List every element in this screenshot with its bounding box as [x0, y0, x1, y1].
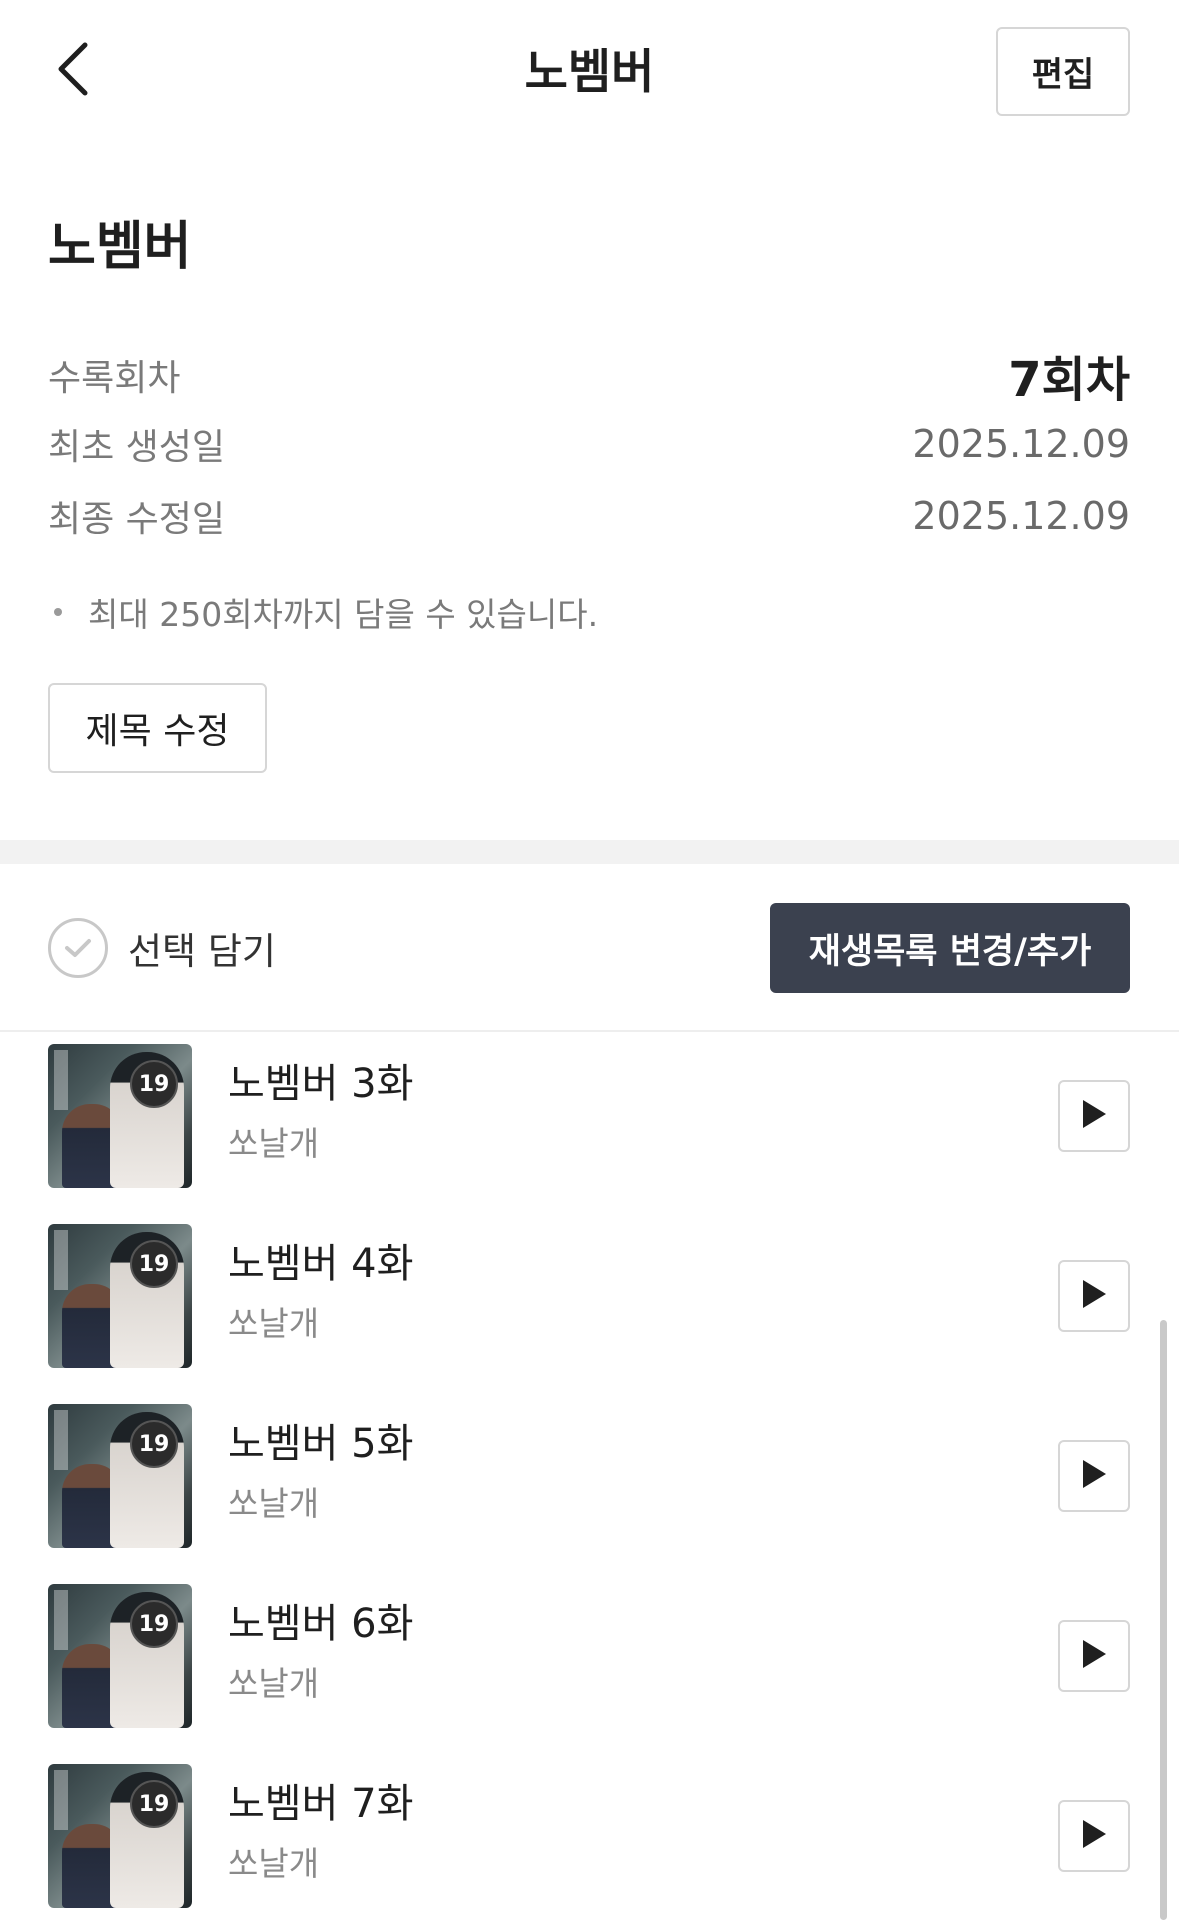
capacity-note-text: 최대 250회차까지 담을 수 있습니다.	[88, 595, 599, 634]
play-button[interactable]	[1058, 1440, 1130, 1512]
info-row-created: 최초 생성일 2025.12.09	[48, 418, 1130, 470]
play-icon	[1081, 1099, 1107, 1133]
episode-title[interactable]: 노벰버 3화	[228, 1058, 413, 1110]
section-divider	[0, 840, 1179, 864]
episode-author: 쏘날개	[228, 1304, 320, 1343]
episode-count-value: 7회차	[1008, 352, 1130, 408]
episode-title[interactable]: 노벰버 6화	[228, 1598, 413, 1650]
modified-date-value: 2025.12.09	[912, 494, 1130, 538]
episode-author: 쏘날개	[228, 1124, 320, 1163]
edit-title-button[interactable]: 제목 수정	[48, 683, 267, 773]
info-row-modified: 최종 수정일 2025.12.09	[48, 490, 1130, 542]
list-item[interactable]: 19 노벰버 6화 쏘날개	[0, 1584, 1179, 1730]
top-bar: 노벰버 편집	[0, 0, 1179, 145]
episode-title[interactable]: 노벰버 5화	[228, 1418, 413, 1470]
capacity-note: 최대 250회차까지 담을 수 있습니다.	[48, 588, 598, 636]
play-button[interactable]	[1058, 1800, 1130, 1872]
play-icon	[1081, 1279, 1107, 1313]
age-rating-badge: 19	[130, 1600, 178, 1648]
age-rating-badge: 19	[130, 1780, 178, 1828]
age-rating-badge: 19	[130, 1240, 178, 1288]
episode-author: 쏘날개	[228, 1844, 320, 1883]
list-item[interactable]: 19 노벰버 4화 쏘날개	[0, 1224, 1179, 1370]
age-rating-badge: 19	[130, 1060, 178, 1108]
episode-title[interactable]: 노벰버 7화	[228, 1778, 413, 1830]
playlist-name: 노벰버	[48, 217, 192, 277]
info-row-episode-count: 수록회차 7회차	[48, 340, 1130, 410]
list-item[interactable]: 19 노벰버 5화 쏘날개	[0, 1404, 1179, 1550]
select-add-toggle[interactable]: 선택 담기	[48, 918, 276, 978]
info-label: 최초 생성일	[48, 427, 226, 468]
play-icon	[1081, 1819, 1107, 1853]
bullet-icon	[54, 608, 62, 616]
play-button[interactable]	[1058, 1080, 1130, 1152]
play-button[interactable]	[1058, 1260, 1130, 1332]
play-icon	[1081, 1459, 1107, 1493]
episode-title[interactable]: 노벰버 4화	[228, 1238, 413, 1290]
created-date-value: 2025.12.09	[912, 422, 1130, 466]
play-icon	[1081, 1639, 1107, 1673]
check-circle-icon	[48, 918, 108, 978]
edit-button[interactable]: 편집	[996, 27, 1130, 116]
list-item[interactable]: 19 노벰버 7화 쏘날개	[0, 1764, 1179, 1910]
change-add-playlist-button[interactable]: 재생목록 변경/추가	[770, 903, 1130, 993]
episode-author: 쏘날개	[228, 1484, 320, 1523]
info-label: 수록회차	[48, 358, 181, 399]
info-label: 최종 수정일	[48, 499, 226, 540]
age-rating-badge: 19	[130, 1420, 178, 1468]
divider	[0, 1030, 1179, 1032]
playlist-detail-screen: 노벰버 편집 노벰버 수록회차 7회차 최초 생성일 2025.12.09 최종…	[0, 0, 1179, 1921]
play-button[interactable]	[1058, 1620, 1130, 1692]
select-add-label: 선택 담기	[128, 930, 276, 973]
list-item[interactable]: 19 노벰버 3화 쏘날개	[0, 1044, 1179, 1190]
scrollbar[interactable]	[1160, 1320, 1167, 1920]
episode-author: 쏘날개	[228, 1664, 320, 1703]
